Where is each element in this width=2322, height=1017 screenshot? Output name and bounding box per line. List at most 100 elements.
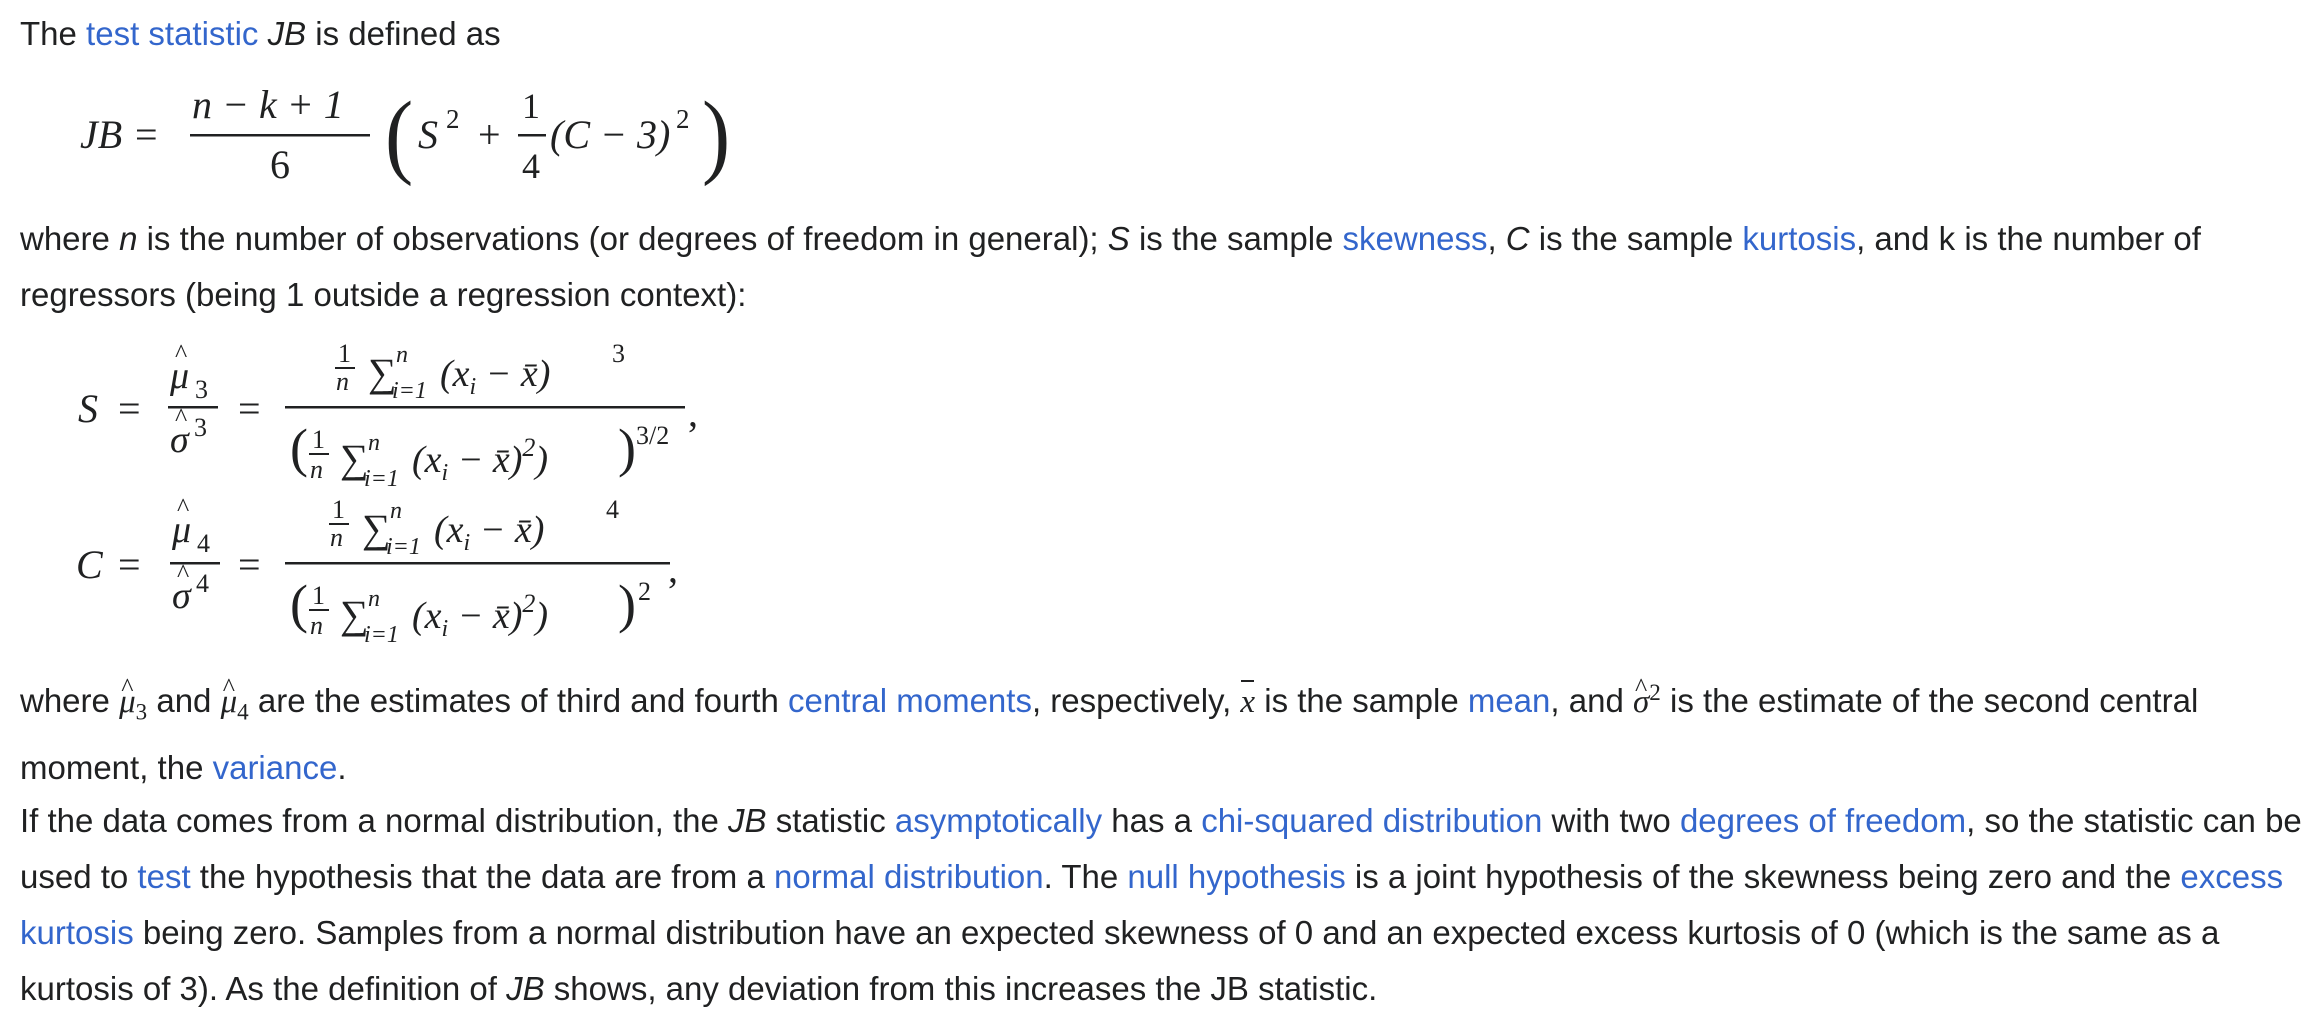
mu-symbol: μ	[119, 684, 136, 720]
sigma-symbol: σ	[1632, 684, 1650, 720]
sigma-exponent: 3	[194, 413, 207, 442]
link-test[interactable]: test	[137, 858, 190, 895]
sum-symbol: ∑	[340, 436, 369, 481]
sum-upper: n	[396, 342, 408, 368]
sum-symbol: ∑	[368, 350, 397, 395]
jb-variable: JB	[506, 970, 545, 1007]
kurtosis-term: (C − 3)	[550, 112, 670, 157]
text: . The	[1043, 858, 1128, 895]
text: is defined as	[306, 15, 501, 52]
text: the hypothesis that the data are from a	[190, 858, 774, 895]
sigma-exponent: 2	[1649, 679, 1661, 705]
left-paren: (	[385, 83, 413, 187]
formula-jb: JB = n − k + 1 6 ( S 2 + 1 4 (C − 3) 2 )	[80, 82, 730, 187]
mu3-subscript: 3	[135, 698, 148, 725]
text: is the sample	[1255, 682, 1468, 719]
sum-lower: i=1	[392, 378, 427, 404]
left-paren: (	[290, 418, 308, 478]
fraction-bar	[518, 134, 546, 137]
text: are the estimates of third and fourth	[248, 682, 789, 719]
fraction-bar	[190, 134, 370, 137]
text: is a joint hypothesis of the skewness be…	[1345, 858, 2181, 895]
deviation-term: (xi − x̄)	[434, 509, 544, 556]
sum-upper: n	[390, 498, 402, 524]
one-over-n-den: n	[336, 367, 349, 396]
square-exponent: 2	[446, 104, 460, 134]
link-mean[interactable]: mean	[1468, 682, 1551, 719]
equals-sign: =	[118, 386, 141, 431]
fraction-bar	[329, 523, 349, 525]
intro-paragraph: The test statistic JB is defined as	[20, 6, 2310, 62]
mu-hat: μ	[171, 509, 191, 551]
equals-sign: =	[135, 112, 158, 157]
link-normal-distribution[interactable]: normal distribution	[774, 858, 1044, 895]
formula-c: C = μ ^ 4 σ ^ 4 = 1 n ∑ n i=1 (xi − x̄) …	[76, 493, 678, 648]
sum-symbol: ∑	[340, 592, 369, 637]
quarter-numerator: 1	[522, 86, 540, 126]
one-over-n-den: n	[310, 455, 323, 484]
text: is the sample	[1529, 220, 1743, 257]
mu4-hat: μ	[221, 674, 238, 730]
mu4-subscript: 4	[237, 698, 249, 725]
sum-symbol: ∑	[362, 506, 391, 551]
hat-accent: ^	[175, 339, 187, 368]
sum-lower: i=1	[364, 622, 399, 648]
link-skewness[interactable]: skewness	[1343, 220, 1488, 257]
sigma-hat: σ	[172, 575, 192, 617]
hat-accent: ^	[175, 403, 187, 432]
numerator-exponent: 3	[612, 339, 625, 368]
comma: ,	[668, 546, 678, 591]
deviation-term: (xi − x̄)2)	[412, 433, 548, 486]
text: is the sample	[1129, 220, 1343, 257]
text: If the data comes from a normal distribu…	[20, 802, 729, 839]
link-variance[interactable]: variance	[213, 749, 338, 786]
article-section: The test statistic JB is defined as JB =…	[0, 0, 2322, 1012]
left-paren: (	[290, 574, 308, 634]
link-central-moments[interactable]: central moments	[788, 682, 1032, 719]
jb-lhs: JB	[80, 112, 122, 157]
c-lhs: C	[76, 542, 104, 587]
fraction-bar	[309, 609, 329, 611]
link-asymptotically[interactable]: asymptotically	[895, 802, 1102, 839]
text: , and	[1550, 682, 1633, 719]
fraction-bar	[170, 562, 220, 565]
jb-variable: JB	[267, 15, 307, 52]
deviation-term: (xi − x̄)2)	[412, 589, 548, 642]
one-over-n-den: n	[330, 523, 343, 552]
link-kurtosis[interactable]: kurtosis	[1742, 220, 1856, 257]
formula-s: S = μ ^ 3 σ ^ 3 = 1 n ∑ n i=1 (xi − x̄) …	[78, 339, 698, 492]
text: where	[20, 220, 120, 257]
text: has a	[1102, 802, 1202, 839]
fraction-bar	[335, 367, 355, 369]
s-lhs: S	[78, 386, 98, 431]
link-null-hypothesis[interactable]: null hypothesis	[1127, 858, 1345, 895]
hat-accent: ^	[177, 559, 189, 588]
text: .	[337, 748, 347, 786]
text: statistic	[766, 802, 895, 839]
link-chi-squared-distribution[interactable]: chi-squared distribution	[1201, 802, 1542, 839]
equals-sign: =	[118, 542, 141, 587]
hat-accent: ^	[177, 493, 189, 522]
fraction-bar	[285, 406, 685, 409]
outer-exponent: 2	[638, 577, 651, 606]
text: and	[147, 682, 221, 719]
mu-hat: μ	[169, 355, 189, 397]
jb-numerator: n − k + 1	[192, 82, 344, 127]
one-over-n-num: 1	[338, 339, 351, 368]
text: where	[20, 682, 120, 719]
x-bar: x	[1240, 674, 1255, 730]
plus-sign: +	[478, 112, 501, 157]
link-test-statistic[interactable]: test statistic	[86, 15, 258, 52]
distribution-paragraph: If the data comes from a normal distribu…	[20, 793, 2310, 1017]
definitions-paragraph: where n is the number of observations (o…	[20, 211, 2310, 323]
link-degrees-of-freedom[interactable]: degrees of freedom	[1680, 802, 1966, 839]
one-over-n-den: n	[310, 611, 323, 640]
right-paren: )	[618, 418, 636, 478]
sigma-hat: σ	[170, 419, 190, 461]
x-symbol: x	[1240, 684, 1256, 720]
one-over-n-num: 1	[332, 495, 345, 524]
numerator-exponent: 4	[606, 495, 619, 524]
moments-paragraph: where μ3 and μ4 are the estimates of thi…	[20, 664, 2310, 796]
comma: ,	[688, 390, 698, 435]
sum-upper: n	[368, 430, 380, 456]
